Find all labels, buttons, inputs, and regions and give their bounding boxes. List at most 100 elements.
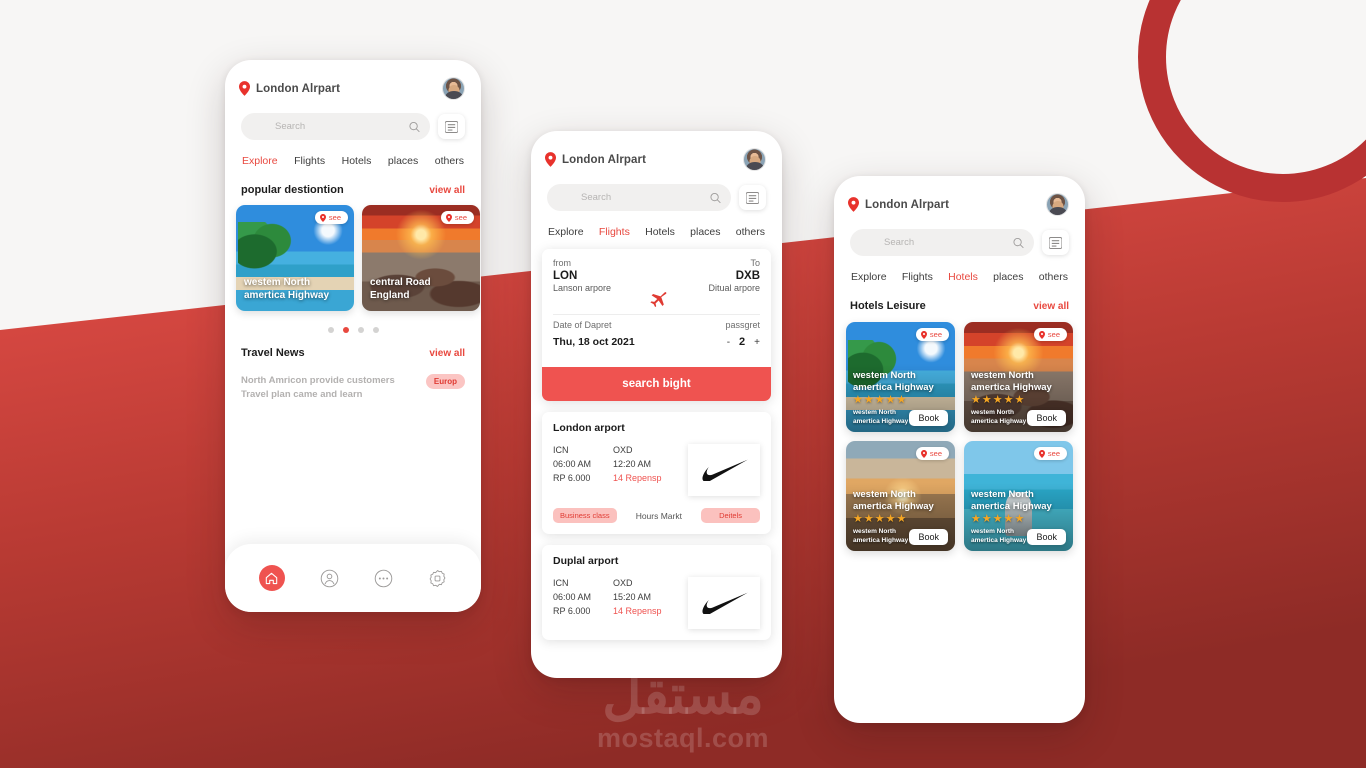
book-button[interactable]: Book: [909, 529, 948, 545]
date-value[interactable]: Thu, 18 oct 2021: [553, 336, 635, 348]
hotel-card[interactable]: see westem North amertica Highway ★ ★ ★ ★ ★ …: [846, 322, 955, 432]
tab-hotels[interactable]: Hotels: [342, 155, 372, 167]
destination-card[interactable]: see westem North amertica Highway: [236, 205, 354, 311]
tab-flights[interactable]: Flights: [902, 271, 933, 283]
pagination-dot[interactable]: [327, 327, 334, 333]
search-input[interactable]: Search: [547, 184, 731, 211]
hotel-title: westem North amertica Highway: [971, 489, 1052, 512]
book-button[interactable]: Book: [1027, 410, 1066, 426]
destination-title: central Road England: [370, 277, 431, 302]
star-icon: ★: [874, 513, 885, 525]
carousel-pagination[interactable]: [225, 311, 481, 333]
avatar[interactable]: [1046, 193, 1069, 216]
location-pin-icon: [445, 213, 452, 222]
nav-settings-button[interactable]: [428, 569, 447, 588]
from-label: from: [553, 258, 571, 268]
tab-hotels[interactable]: Hotels: [645, 226, 675, 238]
news-item[interactable]: North Amricon provide customers Travel p…: [225, 359, 481, 402]
plane-icon-wrap: [553, 287, 760, 308]
flight-result-card[interactable]: London arport ICN 06:00 AM RP 6.000 OXD …: [542, 412, 771, 534]
from-code[interactable]: LON: [553, 270, 611, 282]
tab-explore[interactable]: Explore: [548, 226, 584, 238]
flight-price: RP 6.000: [553, 472, 591, 483]
location-pin-icon: [1038, 449, 1045, 458]
hotel-card[interactable]: see westem North amertica Highway ★ ★ ★ ★ ★ …: [964, 441, 1073, 551]
tab-places[interactable]: places: [690, 226, 720, 238]
app-header: London Alrpart: [225, 60, 481, 100]
app-header: London Alrpart: [834, 176, 1085, 216]
filter-button[interactable]: [739, 185, 766, 210]
to-code[interactable]: DXB: [708, 270, 760, 282]
travel-news-header: Travel News view all: [225, 333, 481, 359]
phone-explore-screen: London Alrpart Search Explore Flights Ho…: [225, 60, 481, 612]
tab-others[interactable]: others: [435, 155, 464, 167]
book-button[interactable]: Book: [1027, 529, 1066, 545]
nav-home-button[interactable]: [258, 565, 285, 591]
see-badge[interactable]: see: [915, 328, 949, 341]
tab-others[interactable]: others: [1039, 271, 1068, 283]
destination-carousel[interactable]: see westem North amertica Highway see ce…: [225, 196, 481, 311]
nav-more-button[interactable]: [374, 569, 393, 588]
flight-result-card[interactable]: Duplal arport ICN 06:00 AM RP 6.000 OXD …: [542, 545, 771, 640]
destination-card[interactable]: see central Road England: [362, 205, 480, 311]
tab-others[interactable]: others: [736, 226, 765, 238]
tab-explore[interactable]: Explore: [851, 271, 887, 283]
see-badge[interactable]: see: [1033, 328, 1067, 341]
dest-time: 12:20 AM: [613, 458, 652, 469]
dest-time: 15:20 AM: [613, 591, 652, 602]
star-icon: ★: [896, 513, 907, 525]
star-icon: ★: [981, 513, 992, 525]
pagination-dot[interactable]: [372, 327, 379, 333]
see-badge[interactable]: see: [1033, 447, 1067, 460]
filter-button[interactable]: [1042, 230, 1069, 255]
tab-explore[interactable]: Explore: [242, 155, 278, 167]
view-all-link[interactable]: view all: [1033, 301, 1069, 312]
flight-result-title: Duplal arport: [553, 555, 619, 567]
search-input[interactable]: Search: [241, 113, 430, 140]
pagination-dot[interactable]: [357, 327, 364, 333]
details-button[interactable]: Deitels: [701, 508, 760, 523]
tab-hotels[interactable]: Hotels: [948, 271, 978, 283]
star-icon: ★: [863, 513, 874, 525]
passenger-count: 2: [739, 336, 746, 348]
tab-places[interactable]: places: [993, 271, 1023, 283]
location-pin-icon: [1038, 330, 1045, 339]
date-label: Date of Dapret: [553, 320, 612, 330]
nike-swoosh-icon: [702, 459, 748, 481]
decrement-button[interactable]: -: [727, 337, 730, 348]
airline-logo-box: [688, 444, 760, 496]
class-pill: Business class: [553, 508, 617, 523]
hotel-card[interactable]: see westem North amertica Highway ★ ★ ★ ★ ★ …: [964, 322, 1073, 432]
book-button[interactable]: Book: [909, 410, 948, 426]
destination-info: OXD 15:20 AM 14 Repensp: [613, 577, 662, 619]
star-icon: ★: [885, 394, 896, 406]
avatar[interactable]: [743, 148, 766, 171]
location-indicator[interactable]: London Alrpart: [545, 152, 646, 167]
hotel-card[interactable]: see westem North amertica Highway ★ ★ ★ ★ ★ …: [846, 441, 955, 551]
search-flight-button[interactable]: search bight: [542, 367, 771, 401]
tab-flights[interactable]: Flights: [599, 226, 630, 238]
location-indicator[interactable]: London Alrpart: [848, 197, 949, 212]
increment-button[interactable]: +: [754, 337, 760, 348]
location-indicator[interactable]: London Alrpart: [239, 81, 340, 96]
star-icon: ★: [981, 394, 992, 406]
view-all-link[interactable]: view all: [429, 185, 465, 196]
star-icon: ★: [885, 513, 896, 525]
nav-profile-button[interactable]: [320, 569, 339, 588]
see-badge[interactable]: see: [440, 211, 474, 224]
pagination-dot-active[interactable]: [342, 327, 349, 333]
phone-hotels-screen: London Alrpart Search Explore Flights Ho…: [834, 176, 1085, 723]
home-icon: [265, 572, 278, 584]
avatar[interactable]: [442, 77, 465, 100]
filter-button[interactable]: [438, 114, 465, 139]
star-icon: ★: [1014, 513, 1025, 525]
section-title: popular destiontion: [241, 184, 344, 196]
passenger-stepper[interactable]: - 2 +: [727, 336, 760, 348]
tab-places[interactable]: places: [388, 155, 418, 167]
see-badge[interactable]: see: [915, 447, 949, 460]
app-header: London Alrpart: [531, 131, 782, 171]
tab-flights[interactable]: Flights: [294, 155, 325, 167]
see-badge[interactable]: see: [314, 211, 348, 224]
search-input[interactable]: Search: [850, 229, 1034, 256]
news-view-all-link[interactable]: view all: [429, 348, 465, 359]
